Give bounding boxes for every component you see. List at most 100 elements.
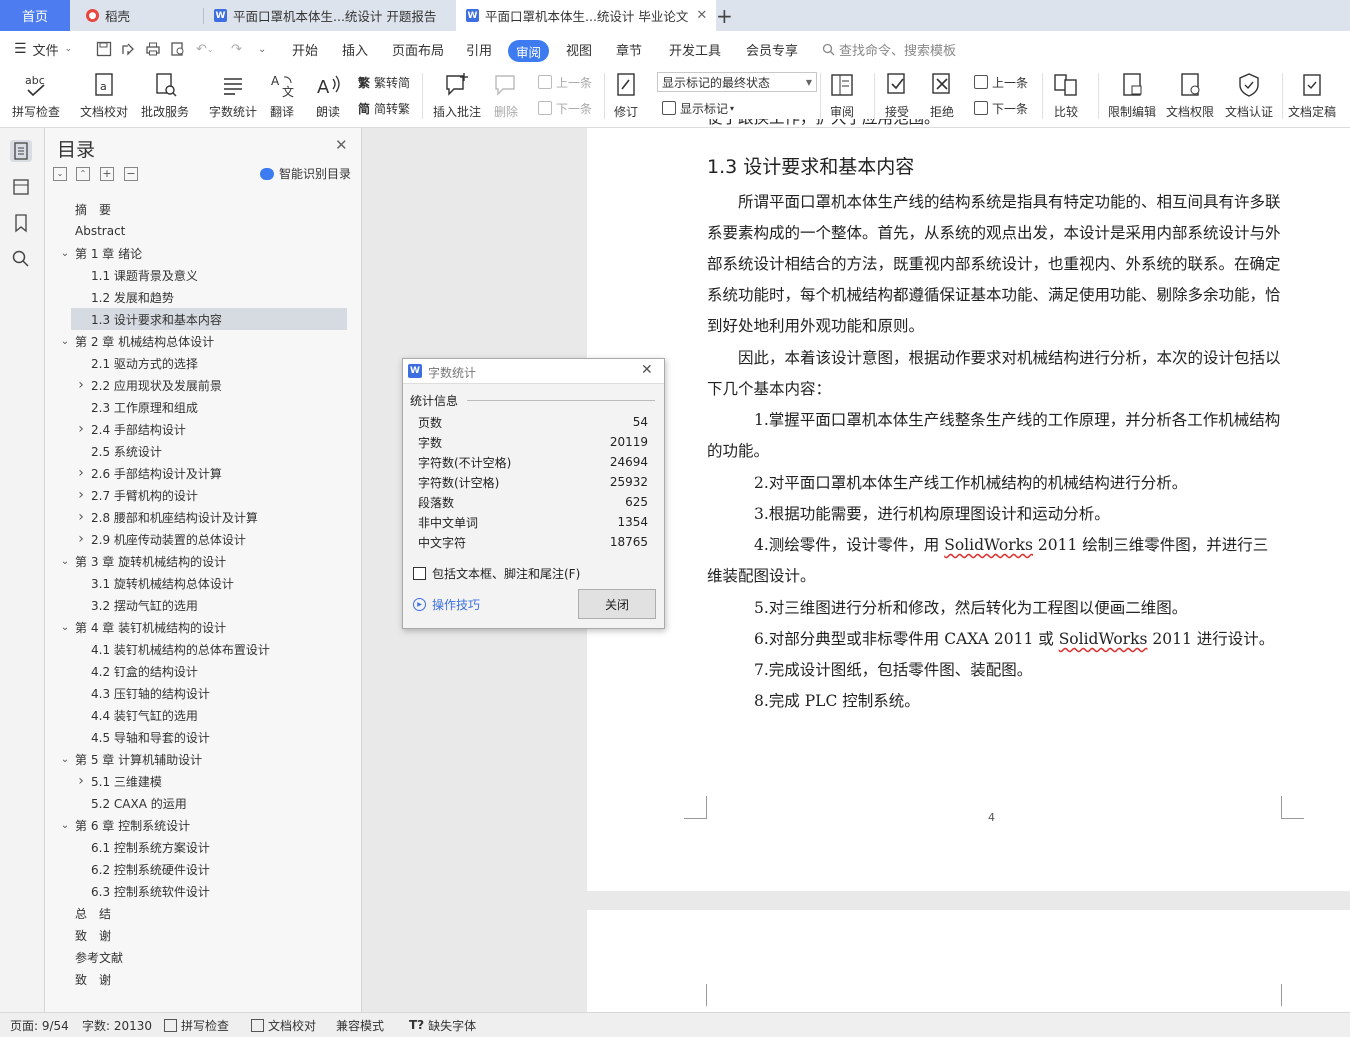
toc-item[interactable]: ⌄ 第 1 章 绪论 — [61, 242, 347, 264]
toc-item[interactable]: 参考文献 — [71, 946, 347, 968]
menu-developer[interactable]: 开发工具 — [669, 31, 721, 67]
tab-home[interactable]: 首页 — [0, 0, 70, 31]
undo-icon[interactable]: ↶ ⌄ — [196, 31, 214, 67]
file-menu[interactable]: ☰ 文件 ⌄ — [14, 31, 72, 67]
spell-check-button[interactable]: abc 拼写检查 — [12, 67, 60, 125]
word-count-indicator[interactable]: 字数: 20130 — [82, 1013, 152, 1037]
menu-home[interactable]: 开始 — [292, 31, 318, 67]
toc-item[interactable]: 3.1 旋转机械结构总体设计 — [71, 572, 347, 594]
missing-font-status[interactable]: T? 缺失字体 — [409, 1013, 476, 1037]
collapsed-chevron-icon[interactable]: › — [75, 465, 87, 481]
collapsed-chevron-icon[interactable]: › — [75, 377, 87, 393]
review-pane-button[interactable]: 审阅 — [828, 67, 856, 125]
new-tab-button[interactable]: + — [716, 0, 736, 31]
collapsed-chevron-icon[interactable]: › — [75, 773, 87, 789]
toc-item[interactable]: 1.2 发展和趋势 — [71, 286, 347, 308]
menu-member[interactable]: 会员专享 — [746, 31, 798, 67]
collapsed-chevron-icon[interactable]: › — [75, 421, 87, 437]
reject-button[interactable]: 拒绝 — [928, 67, 956, 125]
expand-chevron-icon[interactable]: ⌄ — [59, 820, 71, 831]
remove-heading-icon[interactable]: − — [124, 167, 138, 181]
compare-button[interactable]: 比较 — [1052, 67, 1080, 125]
toc-item[interactable]: 总 结 — [71, 902, 347, 924]
content-list-item[interactable]: 4.测绘零件，设计零件，用 SolidWorks 2011 绘制三维零件图，并进… — [707, 530, 1282, 592]
toc-pane-icon[interactable] — [10, 140, 32, 162]
export-icon[interactable] — [120, 31, 136, 67]
delete-comment-button[interactable]: 删除 — [492, 67, 520, 125]
toc-item[interactable]: 2.1 驱动方式的选择 — [71, 352, 347, 374]
content-list-item[interactable]: 5.对三维图进行分析和修改，然后转化为工程图以便画二维图。 — [707, 593, 1282, 624]
smart-toc-button[interactable]: 智能识别目录 — [260, 165, 351, 182]
quick-access-more-icon[interactable]: ⌄ — [258, 31, 266, 67]
menu-chapter[interactable]: 章节 — [616, 31, 642, 67]
toc-item[interactable]: 4.3 压钉轴的结构设计 — [71, 682, 347, 704]
proofread-status[interactable]: 文档校对 — [251, 1013, 316, 1037]
toc-item[interactable]: 5.2 CAXA 的运用 — [71, 792, 347, 814]
search-icon[interactable] — [10, 248, 32, 270]
print-icon[interactable] — [145, 31, 161, 67]
menu-page-layout[interactable]: 页面布局 — [392, 31, 444, 67]
proofread-button[interactable]: a 文档校对 — [80, 67, 128, 125]
toc-item[interactable]: › 2.4 手部结构设计 — [71, 418, 347, 440]
toc-item[interactable]: 4.4 装钉气缸的选用 — [71, 704, 347, 726]
tips-link[interactable]: ▶ 操作技巧 — [413, 596, 480, 613]
close-button[interactable]: 关闭 — [578, 589, 656, 619]
toc-item[interactable]: › 5.1 三维建模 — [71, 770, 347, 792]
expand-chevron-icon[interactable]: ⌄ — [59, 336, 71, 347]
chapter-nav-icon[interactable] — [10, 176, 32, 198]
toc-item[interactable]: › 2.9 机座传动装置的总体设计 — [71, 528, 347, 550]
collapse-all-icon[interactable]: ⌄ — [53, 167, 67, 181]
toc-item[interactable]: ⌄ 第 3 章 旋转机械结构的设计 — [61, 550, 347, 572]
prev-comment-button[interactable]: 上一条 — [538, 71, 592, 93]
include-textbox-checkbox[interactable]: 包括文本框、脚注和尾注(F) — [413, 565, 580, 582]
close-icon[interactable]: ✕ — [335, 136, 348, 154]
redo-icon[interactable]: ↷ — [231, 31, 242, 67]
bookmark-icon[interactable] — [10, 212, 32, 234]
toc-item[interactable]: Abstract — [71, 220, 347, 242]
document-permission-button[interactable]: 文档权限 — [1166, 67, 1214, 125]
toc-item[interactable]: 4.2 钉盒的结构设计 — [71, 660, 347, 682]
toc-item[interactable]: 4.5 导轴和导套的设计 — [71, 726, 347, 748]
menu-review[interactable]: 审阅 — [508, 40, 550, 62]
batch-service-button[interactable]: 批改服务 — [141, 67, 189, 125]
insert-comment-button[interactable]: 插入批注 — [433, 67, 481, 125]
document-finalize-button[interactable]: 文档定稿 — [1288, 67, 1336, 125]
track-changes-button[interactable]: 修订 — [612, 67, 640, 125]
document-certify-button[interactable]: 文档认证 — [1225, 67, 1273, 125]
collapsed-chevron-icon[interactable]: › — [75, 487, 87, 503]
next-change-button[interactable]: 下一条 — [974, 97, 1028, 119]
read-aloud-button[interactable]: A 朗读 — [314, 67, 342, 125]
content-list-item[interactable]: 7.完成设计图纸，包括零件图、装配图。 — [707, 655, 1282, 686]
expand-chevron-icon[interactable]: ⌄ — [59, 248, 71, 259]
toc-item[interactable]: ⌄ 第 4 章 装钉机械结构的设计 — [61, 616, 347, 638]
close-tab-icon[interactable]: ✕ — [696, 8, 707, 23]
menu-references[interactable]: 引用 — [466, 31, 492, 67]
tab-document-proposal[interactable]: W 平面口罩机本体生...统设计 开题报告 — [206, 0, 462, 31]
spelling-error-mark[interactable]: SolidWorks — [944, 536, 1033, 554]
collapsed-chevron-icon[interactable]: › — [75, 509, 87, 525]
prev-change-button[interactable]: 上一条 — [974, 71, 1028, 93]
toc-item[interactable]: › 2.6 手部结构设计及计算 — [71, 462, 347, 484]
toc-item[interactable]: ⌄ 第 5 章 计算机辅助设计 — [61, 748, 347, 770]
content-list-item[interactable]: 2.对平面口罩机本体生产线工作机械结构的机械结构进行分析。 — [707, 468, 1282, 499]
save-icon[interactable] — [96, 31, 112, 67]
toc-item[interactable]: 1.1 课题背景及意义 — [71, 264, 347, 286]
command-search[interactable]: 查找命令、搜索模板 — [822, 31, 956, 67]
toc-item[interactable]: 2.3 工作原理和组成 — [71, 396, 347, 418]
toc-item[interactable]: › 2.7 手臂机构的设计 — [71, 484, 347, 506]
toc-item[interactable]: 摘 要 — [71, 198, 347, 220]
toc-item[interactable]: 2.5 系统设计 — [71, 440, 347, 462]
toc-item[interactable]: 致 谢 — [71, 924, 347, 946]
expand-chevron-icon[interactable]: ⌄ — [59, 556, 71, 567]
restrict-editing-button[interactable]: 限制编辑 — [1108, 67, 1156, 125]
toc-item[interactable]: 6.1 控制系统方案设计 — [71, 836, 347, 858]
spelling-error-mark[interactable]: SolidWorks — [1059, 630, 1148, 648]
content-list-item[interactable]: 6.对部分典型或非标零件用 CAXA 2011 或 SolidWorks 201… — [707, 624, 1282, 655]
accept-button[interactable]: 接受 — [883, 67, 911, 125]
close-icon[interactable]: ✕ — [641, 362, 653, 378]
section-heading[interactable]: 1.3 设计要求和基本内容 — [707, 152, 914, 179]
toc-item[interactable]: 3.2 摆动气缸的选用 — [71, 594, 347, 616]
toc-item[interactable]: 1.3 设计要求和基本内容 — [71, 308, 347, 330]
menu-view[interactable]: 视图 — [566, 31, 592, 67]
tab-document-thesis[interactable]: W 平面口罩机本体生...统设计 毕业论文 ✕ — [456, 0, 716, 31]
